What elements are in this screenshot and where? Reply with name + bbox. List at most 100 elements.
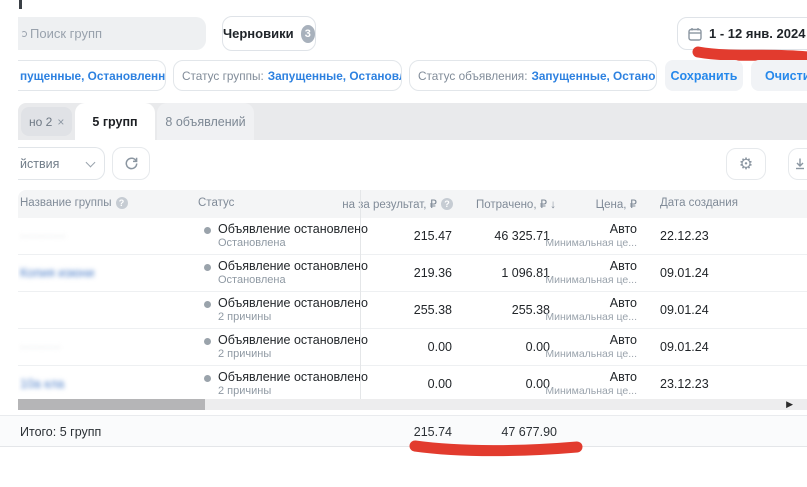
status-text: Объявление остановлено	[218, 333, 368, 347]
scrollbar-thumb[interactable]	[18, 399, 205, 410]
column-header-spent[interactable]: Потрачено, ₽ ↓	[460, 197, 556, 211]
group-name[interactable]: ·········	[20, 229, 190, 243]
search-input[interactable]	[18, 26, 178, 41]
chip-label: Статус объявления:	[418, 69, 527, 83]
download-icon	[793, 157, 807, 171]
chip-value: пущенные, Остановленные	[20, 69, 166, 83]
close-icon[interactable]: ×	[57, 115, 64, 129]
column-header-created[interactable]: Дата создания	[660, 197, 738, 209]
tab-groups[interactable]: 5 групп	[75, 103, 155, 140]
created-date: 09.01.24	[660, 340, 709, 354]
drafts-count-badge: 3	[301, 25, 315, 43]
sort-desc-icon: ↓	[550, 199, 556, 211]
filter-chip-ad-status[interactable]: Статус объявления: Запущенные, Остановле…	[409, 60, 657, 91]
status-dot	[204, 338, 211, 345]
price-strategy: Минимальная це...	[518, 385, 637, 397]
status-text: Объявление остановлено	[218, 222, 368, 236]
table-body: ········· Объявление остановлено Останов…	[18, 218, 807, 399]
search-input-wrapper	[18, 17, 206, 50]
status-text: Объявление остановлено	[218, 370, 368, 384]
scroll-right-arrow-icon[interactable]: ▶	[786, 399, 793, 410]
group-name[interactable]: ········	[20, 340, 190, 354]
gear-icon: ⚙	[739, 154, 753, 174]
table-footer: Итого: 5 групп 215.74 47 677.90	[0, 415, 807, 447]
filter-chip-group-status[interactable]: Статус группы: Запущенные, Остановленные…	[173, 60, 402, 91]
created-date: 23.12.23	[660, 377, 709, 391]
cost-per-result-value: 0.00	[368, 340, 452, 354]
tab-strip: но 2 × 5 групп 8 объявлений	[18, 103, 807, 140]
status-dot	[204, 264, 211, 271]
cost-per-result-value: 219.36	[368, 266, 452, 280]
table-row[interactable]: Копия изюни Объявление остановлено Остан…	[18, 255, 807, 292]
substatus-text: Остановлена	[218, 274, 368, 286]
tab-selected-items[interactable]: но 2 ×	[21, 107, 72, 136]
cursor-artifact	[19, 0, 22, 9]
cost-per-result-value: 255.38	[368, 303, 452, 317]
substatus-text: 2 причины	[218, 348, 368, 360]
chip-value: Запущенные, Остановленные	[268, 69, 402, 83]
price-value: Авто	[518, 333, 637, 347]
status-dot	[204, 375, 211, 382]
created-date: 09.01.24	[660, 266, 709, 280]
price-strategy: Минимальная це...	[518, 311, 637, 323]
actions-row: йствия ⚙	[0, 140, 807, 188]
price-value: Авто	[518, 296, 637, 310]
price-strategy: Минимальная це...	[518, 348, 637, 360]
column-header-status[interactable]: Статус	[198, 197, 234, 209]
substatus-text: 2 причины	[218, 311, 368, 323]
status-dot	[204, 301, 211, 308]
price-value: Авто	[518, 222, 637, 236]
chip-value: Запущенные, Остановленные	[531, 69, 657, 83]
price-strategy: Минимальная це...	[518, 237, 637, 249]
table-header: Название группы ? Статус на за результат…	[18, 190, 807, 218]
table-row[interactable]: ········· Объявление остановлено Останов…	[18, 218, 807, 255]
filter-chip-campaign-status[interactable]: пущенные, Остановленные ×	[18, 60, 166, 91]
group-name-link[interactable]: 10а кла	[20, 377, 190, 391]
help-icon[interactable]: ?	[116, 197, 128, 209]
column-header-price[interactable]: Цена, ₽	[558, 197, 637, 211]
column-header-name[interactable]: Название группы ?	[20, 197, 128, 209]
created-date: 09.01.24	[660, 303, 709, 317]
save-filters-button[interactable]: Сохранить	[665, 60, 743, 91]
tab-label: но 2	[29, 115, 52, 129]
created-date: 22.12.23	[660, 229, 709, 243]
group-name-link[interactable]: Копия изюни	[20, 266, 190, 280]
table-row[interactable]: ········ Объявление остановлено 2 причин…	[18, 329, 807, 366]
price-value: Авто	[518, 259, 637, 273]
cost-per-result-value: 0.00	[368, 377, 452, 391]
drafts-button[interactable]: Черновики 3	[222, 16, 316, 51]
refresh-icon	[124, 156, 139, 171]
refresh-button[interactable]	[112, 147, 150, 180]
substatus-text: 2 причины	[218, 385, 368, 397]
totals-spent: 47 677.90	[460, 425, 557, 439]
status-text: Объявление остановлено	[218, 296, 368, 310]
drafts-label: Черновики	[223, 26, 294, 41]
price-value: Авто	[518, 370, 637, 384]
clear-filters-button[interactable]: Очисти	[751, 60, 807, 91]
table-row[interactable]: 10а кла Объявление остановлено 2 причины…	[18, 366, 807, 399]
actions-dropdown[interactable]: йствия	[18, 147, 105, 180]
calendar-icon	[688, 27, 702, 41]
export-button[interactable]	[788, 148, 807, 180]
table-row[interactable]: Объявление остановлено 2 причины 255.38 …	[18, 292, 807, 329]
status-text: Объявление остановлено	[218, 259, 368, 273]
horizontal-scrollbar[interactable]: ▶	[18, 399, 807, 410]
frozen-column-divider	[360, 190, 361, 399]
substatus-text: Остановлена	[218, 237, 368, 249]
column-header-cost-per-result[interactable]: на за результат, ₽ ?	[363, 197, 453, 211]
settings-button[interactable]: ⚙	[726, 148, 766, 180]
date-range-label: 1 - 12 янв. 2024	[709, 26, 805, 41]
status-dot	[204, 227, 211, 234]
tab-ads[interactable]: 8 объявлений	[157, 103, 254, 140]
date-range-picker[interactable]: 1 - 12 янв. 2024	[677, 17, 807, 50]
price-strategy: Минимальная це...	[518, 274, 637, 286]
search-icon	[21, 31, 27, 37]
actions-dropdown-label: йствия	[20, 157, 59, 171]
totals-label: Итого: 5 групп	[20, 425, 101, 439]
help-icon[interactable]: ?	[441, 198, 453, 210]
totals-cost-per-result: 215.74	[368, 425, 452, 439]
chip-label: Статус группы:	[182, 69, 264, 83]
cost-per-result-value: 215.47	[368, 229, 452, 243]
chevron-down-icon	[86, 157, 96, 167]
ads-manager-screen: Черновики 3 1 - 12 янв. 2024 пущенные, О…	[0, 0, 807, 487]
